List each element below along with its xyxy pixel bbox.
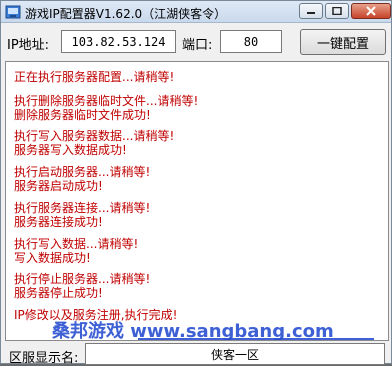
log-line: 执行服务器连接...请稍等! [14, 201, 151, 215]
port-label: 端口: [182, 38, 213, 53]
log-line: 写入数据成功! [14, 251, 91, 265]
ip-label: IP地址: [7, 38, 50, 53]
close-icon [366, 6, 376, 16]
maximize-icon [332, 7, 342, 15]
log-line: 执行启动服务器...请稍等! [14, 165, 151, 179]
log-group: 执行删除服务器临时文件...请稍等! 删除服务器临时文件成功! [14, 94, 198, 122]
server-name-input[interactable]: 侠客一区 [85, 343, 385, 365]
log-group: 执行服务器连接...请稍等! 服务器连接成功! [14, 201, 150, 229]
log-line: 正在执行服务器配置...请稍等! [14, 70, 175, 84]
minimize-icon [307, 12, 315, 14]
one-click-config-button[interactable]: 一键配置 [300, 29, 386, 55]
log-group: 正在执行服务器配置...请稍等! [14, 70, 174, 84]
log-line: 执行写入服务器数据...请稍等! [14, 129, 175, 143]
ip-input[interactable]: 103.82.53.124 [61, 30, 176, 53]
log-line: 服务器停止成功! [14, 286, 103, 300]
log-output[interactable]: 正在执行服务器配置...请稍等! 执行删除服务器临时文件...请稍等! 删除服务… [5, 61, 389, 341]
minimize-button[interactable] [299, 3, 323, 19]
close-button[interactable] [351, 3, 391, 19]
log-group: 执行写入服务器数据...请稍等! 服务器写入数据成功! [14, 129, 174, 157]
log-group: 执行写入数据...请稍等! 写入数据成功! [14, 237, 138, 265]
window-title: 游戏IP配置器V1.62.0（江湖侠客令） [25, 7, 227, 21]
server-name-label: 区服显示名: [9, 351, 79, 366]
log-line: 服务器写入数据成功! [14, 143, 127, 157]
log-line: 执行停止服务器...请稍等! [14, 272, 151, 286]
log-group: 执行启动服务器...请稍等! 服务器启动成功! [14, 165, 150, 193]
log-line: 服务器连接成功! [14, 215, 103, 229]
log-line: 执行删除服务器临时文件...请稍等! [14, 94, 199, 108]
log-line: 执行写入数据...请稍等! [14, 237, 139, 251]
port-input[interactable]: 80 [220, 30, 282, 53]
log-group: 执行停止服务器...请稍等! 服务器停止成功! [14, 272, 150, 300]
title-bar[interactable]: 游戏IP配置器V1.62.0（江湖侠客令） [1, 1, 391, 23]
watermark-underline [138, 338, 374, 340]
app-window: 游戏IP配置器V1.62.0（江湖侠客令） IP地址: 103.82.53.12… [0, 0, 392, 366]
log-line: 服务器启动成功! [14, 179, 103, 193]
app-icon [5, 5, 21, 19]
log-line: 删除服务器临时文件成功! [14, 108, 151, 122]
maximize-button[interactable] [325, 3, 349, 19]
